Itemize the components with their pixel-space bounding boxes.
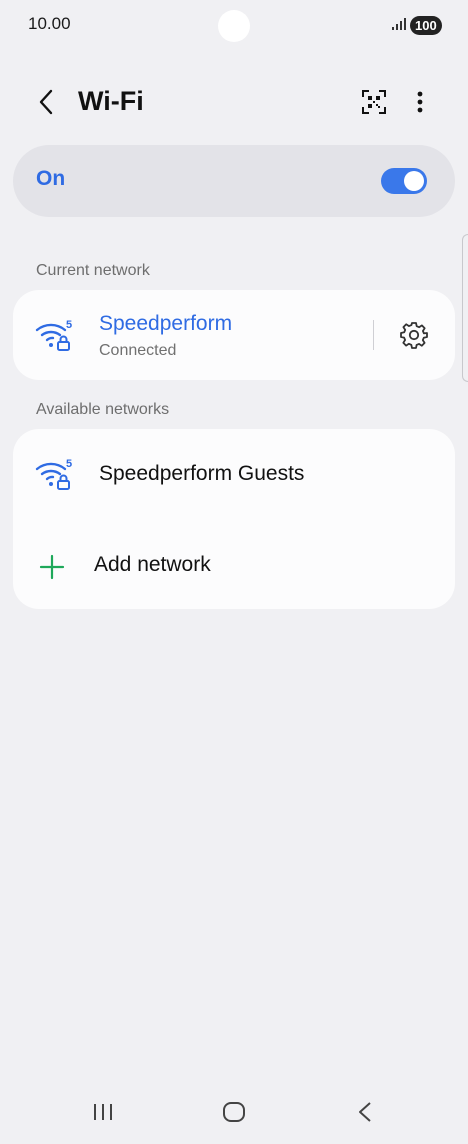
status-time: 10.00: [28, 14, 71, 33]
divider: [373, 320, 374, 350]
chevron-left-icon: [39, 89, 53, 115]
more-vertical-icon: [417, 91, 423, 113]
camera-cutout: [218, 10, 250, 42]
signal-icon: [392, 17, 406, 35]
add-network-label: Add network: [94, 553, 211, 576]
network-settings-button[interactable]: [398, 319, 430, 351]
recent-apps-button[interactable]: [88, 1098, 118, 1126]
wifi-toggle-switch[interactable]: [381, 168, 427, 194]
qr-scan-icon: [362, 90, 386, 114]
home-icon: [223, 1102, 245, 1122]
available-networks-header: Available networks: [36, 401, 170, 418]
current-network-item[interactable]: 5 Speedperform Connected: [13, 290, 363, 380]
gear-icon: [400, 322, 428, 349]
current-network-status: Connected: [99, 342, 177, 359]
more-options-button[interactable]: [408, 87, 432, 117]
wifi-lock-icon: 5: [35, 319, 72, 351]
band-badge: 5: [66, 319, 72, 331]
wifi-toggle-row[interactable]: On: [13, 145, 455, 217]
back-icon: [359, 1102, 371, 1122]
battery-badge: 100: [410, 16, 442, 35]
add-network-button[interactable]: Add network: [13, 519, 455, 609]
qr-scan-button[interactable]: [359, 87, 389, 117]
plus-icon: [39, 554, 65, 580]
available-networks-card: 5 Speedperform Guests Add network: [13, 429, 455, 609]
current-network-card: 5 Speedperform Connected: [13, 290, 455, 380]
page-title: Wi-Fi: [78, 86, 144, 116]
current-network-header: Current network: [36, 262, 150, 279]
recent-apps-icon: [94, 1104, 112, 1120]
current-network-name: Speedperform: [99, 312, 233, 335]
wifi-lock-icon: 5: [35, 458, 72, 490]
network-item[interactable]: 5 Speedperform Guests: [13, 429, 455, 519]
toggle-knob: [404, 171, 424, 191]
network-name: Speedperform Guests: [99, 462, 305, 485]
back-button[interactable]: [30, 86, 62, 118]
wifi-toggle-label: On: [36, 167, 66, 190]
scrollbar[interactable]: [462, 234, 468, 382]
nav-back-button[interactable]: [350, 1098, 380, 1126]
band-badge: 5: [66, 458, 72, 470]
home-button[interactable]: [219, 1098, 249, 1126]
